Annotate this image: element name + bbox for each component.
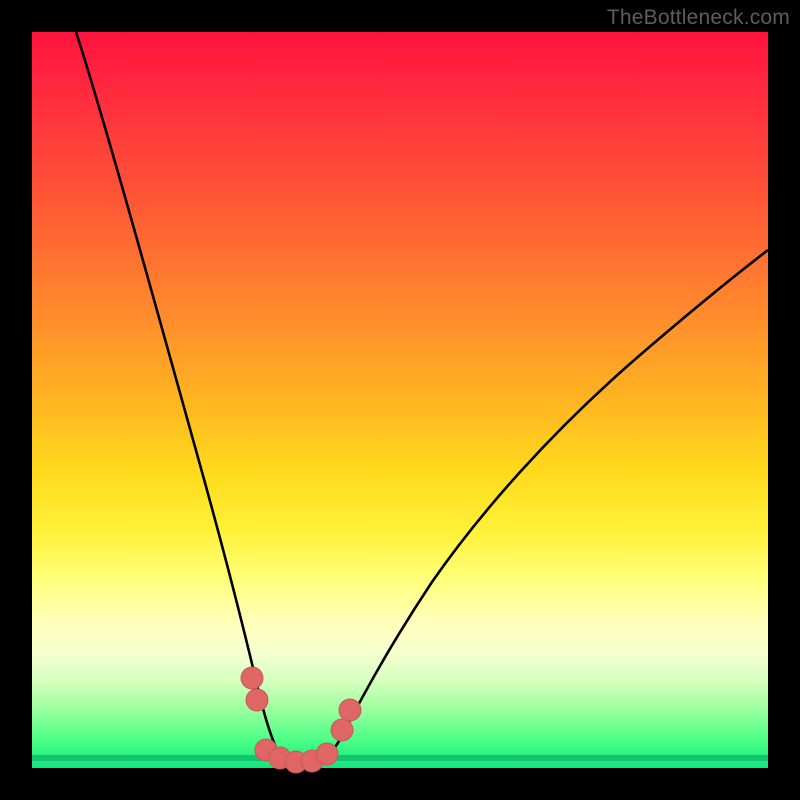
marker-dot	[339, 699, 361, 721]
chart-svg	[32, 32, 768, 768]
marker-dot	[241, 667, 263, 689]
outer-frame: TheBottleneck.com	[0, 0, 800, 800]
marker-dot	[331, 719, 353, 741]
bottleneck-curve	[76, 32, 768, 766]
marker-dot	[316, 743, 338, 765]
marker-dot	[246, 689, 268, 711]
watermark-text: TheBottleneck.com	[607, 6, 790, 30]
plot-area	[32, 32, 768, 768]
